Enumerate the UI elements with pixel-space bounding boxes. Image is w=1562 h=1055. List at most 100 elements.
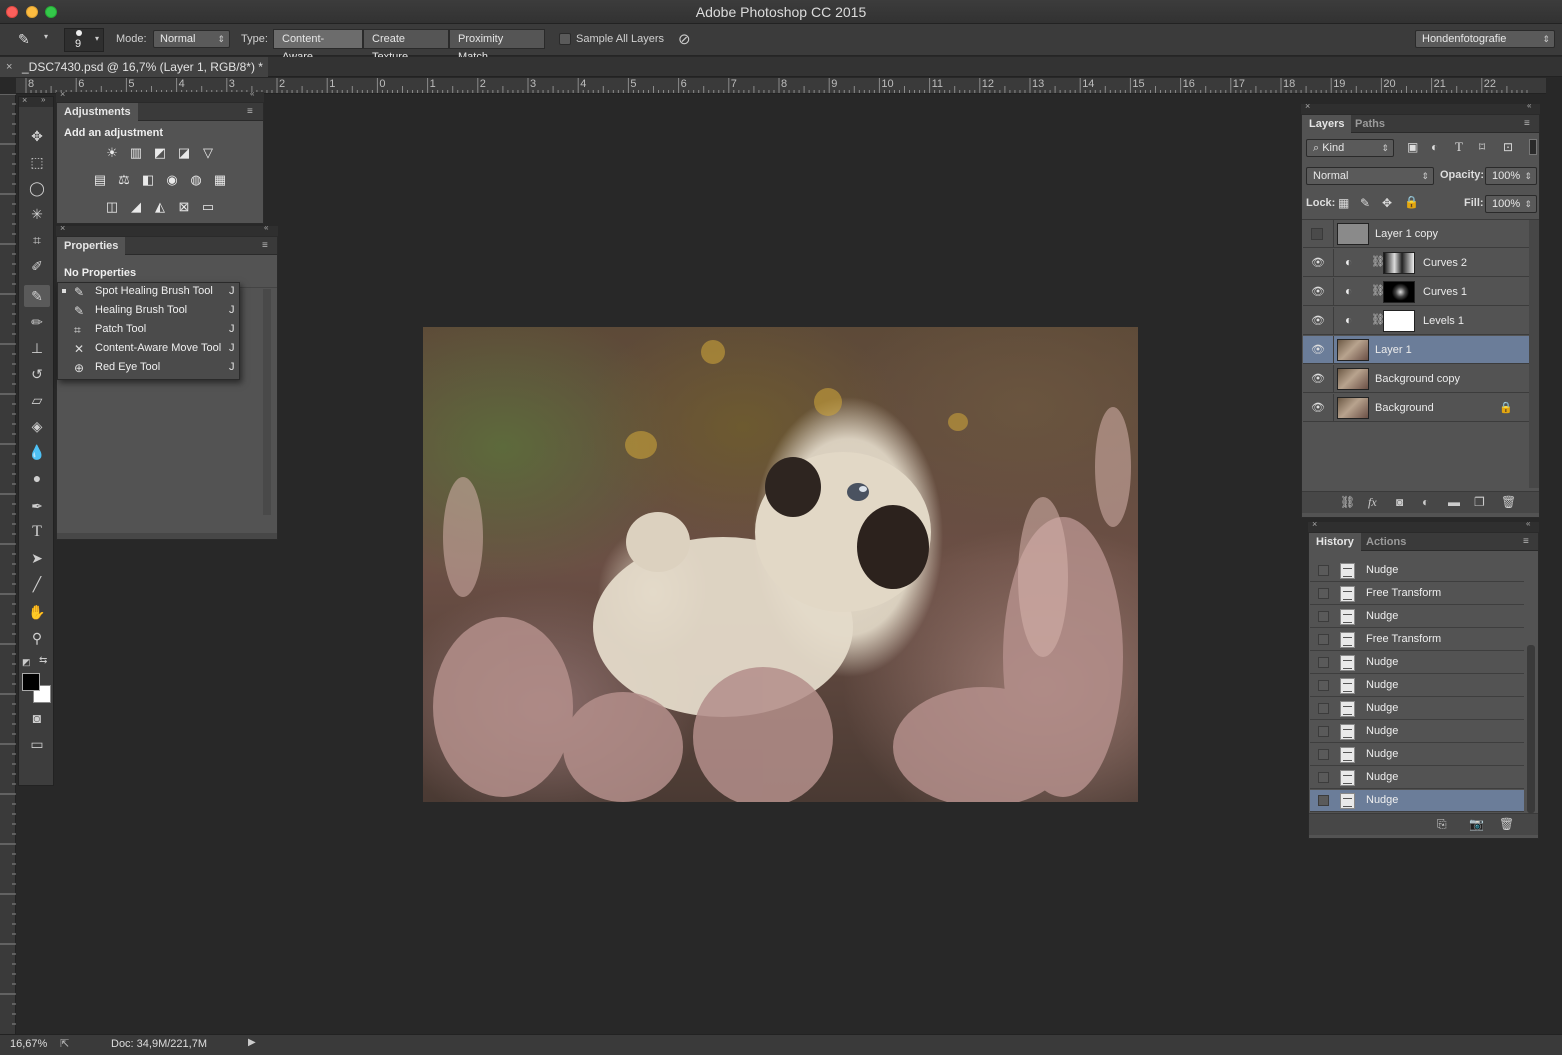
snapshot-source-checkbox[interactable]	[1318, 749, 1329, 760]
snapshot-source-checkbox[interactable]	[1318, 772, 1329, 783]
flyout-item-red-eye[interactable]: ⊕ Red Eye Tool J	[58, 359, 239, 378]
filter-adjustment-icon[interactable]: ◐	[1431, 140, 1438, 154]
mode-select[interactable]: Normal	[153, 30, 230, 48]
snapshot-source-checkbox[interactable]	[1318, 795, 1329, 806]
lock-transparent-icon[interactable]: ▦	[1338, 196, 1349, 210]
history-scrollbar-thumb[interactable]	[1527, 645, 1535, 813]
add-mask-icon[interactable]: ◙	[1396, 495, 1403, 509]
filter-type-icon[interactable]: T	[1455, 139, 1463, 155]
new-group-icon[interactable]: ▬	[1448, 495, 1460, 509]
close-icon[interactable]: ×	[22, 95, 27, 105]
history-state-row[interactable]: Free Transform	[1310, 629, 1524, 651]
link-layers-icon[interactable]: ⛓	[1340, 495, 1355, 509]
history-brush-tool-icon[interactable]: ↺	[24, 363, 50, 385]
scrollbar[interactable]	[1529, 220, 1539, 488]
lasso-tool-icon[interactable]: ◯	[24, 177, 50, 199]
zoom-level[interactable]: 16,67%	[10, 1038, 47, 1050]
history-state-row[interactable]: Nudge	[1310, 606, 1524, 628]
history-state-row[interactable]: Nudge	[1310, 698, 1524, 720]
invert-icon[interactable]: ◫	[103, 199, 121, 215]
crop-tool-icon[interactable]: ⌗	[24, 229, 50, 251]
zoom-window-button[interactable]	[45, 6, 57, 18]
foreground-color-swatch[interactable]	[22, 673, 40, 691]
history-state-row[interactable]: Free Transform	[1310, 583, 1524, 605]
history-state-row[interactable]: Nudge	[1310, 721, 1524, 743]
flyout-item-spot-healing-brush[interactable]: ✎ Spot Healing Brush Tool J	[58, 283, 239, 302]
panel-menu-icon[interactable]: ≡	[1524, 119, 1536, 129]
delete-layer-icon[interactable]: 🗑	[1501, 495, 1516, 509]
fx-icon[interactable]: fx	[1368, 495, 1377, 510]
photo-filter-icon[interactable]: ◉	[163, 172, 181, 188]
tab-history[interactable]: History	[1309, 533, 1361, 551]
layer-row-curves-2[interactable]: 👁 ◐ ⛓ Curves 2	[1303, 249, 1529, 277]
flyout-item-patch[interactable]: ⌗ Patch Tool J	[58, 321, 239, 340]
history-state-row[interactable]: Nudge	[1310, 560, 1524, 582]
workspace-select[interactable]: Hondenfotografie	[1415, 30, 1555, 48]
eye-icon[interactable]: 👁	[1311, 373, 1325, 385]
gradient-map-icon[interactable]: ▭	[199, 199, 217, 215]
snapshot-source-checkbox[interactable]	[1318, 611, 1329, 622]
new-layer-icon[interactable]: ❐	[1474, 495, 1485, 509]
snapshot-source-checkbox[interactable]	[1318, 634, 1329, 645]
collapse-icon[interactable]: «	[1526, 519, 1530, 528]
share-icon[interactable]: ⇱	[60, 1037, 69, 1050]
proximity-match-button[interactable]: Proximity Match	[449, 29, 545, 63]
lock-icon[interactable]: 🔒	[1499, 401, 1513, 414]
filter-toggle[interactable]	[1529, 139, 1537, 155]
magic-wand-tool-icon[interactable]: ✳	[24, 203, 50, 225]
move-tool-icon[interactable]: ✥	[24, 125, 50, 147]
close-icon[interactable]: ×	[60, 223, 65, 233]
layer-mask-thumbnail[interactable]	[1383, 252, 1415, 274]
filter-pixel-icon[interactable]: ▣	[1407, 140, 1418, 154]
exposure-icon[interactable]: ◪	[175, 145, 193, 161]
lock-all-icon[interactable]: 🔒	[1404, 195, 1419, 209]
content-aware-button[interactable]: Content-Aware	[273, 29, 363, 63]
tab-properties[interactable]: Properties	[57, 237, 126, 255]
hue-saturation-icon[interactable]: ▤	[91, 172, 109, 188]
flyout-item-healing-brush[interactable]: ✎ Healing Brush Tool J	[58, 302, 239, 321]
layer-row-background-copy[interactable]: 👁 Background copy	[1303, 365, 1529, 393]
levels-icon[interactable]: ▥	[127, 145, 145, 161]
layer-row-layer-1-copy[interactable]: Layer 1 copy	[1303, 220, 1529, 248]
close-window-button[interactable]	[6, 6, 18, 18]
panel-menu-icon[interactable]: ≡	[247, 107, 259, 117]
eye-icon[interactable]: 👁	[1311, 286, 1325, 298]
snapshot-source-checkbox[interactable]	[1318, 680, 1329, 691]
create-texture-button[interactable]: Create Texture	[363, 29, 449, 63]
tab-actions[interactable]: Actions	[1359, 533, 1413, 551]
eraser-tool-icon[interactable]: ▱	[24, 389, 50, 411]
black-white-icon[interactable]: ◧	[139, 172, 157, 188]
snapshot-source-checkbox[interactable]	[1318, 703, 1329, 714]
fill-input[interactable]: 100%	[1485, 195, 1537, 213]
brightness-contrast-icon[interactable]: ☀	[103, 145, 121, 161]
pen-tool-icon[interactable]: ✒	[24, 495, 50, 517]
collapse-icon[interactable]: «	[250, 89, 254, 98]
brush-tool-icon[interactable]: ✏	[24, 311, 50, 333]
marquee-tool-icon[interactable]: ⬚	[24, 151, 50, 173]
eye-icon[interactable]: 👁	[1311, 257, 1325, 269]
new-document-from-state-icon[interactable]: ⎘	[1437, 817, 1447, 832]
close-icon[interactable]: ×	[60, 89, 65, 99]
new-adjustment-icon[interactable]: ◐	[1422, 495, 1429, 509]
eye-icon[interactable]: 👁	[1311, 315, 1325, 327]
snapshot-source-checkbox[interactable]	[1318, 657, 1329, 668]
tab-layers[interactable]: Layers	[1302, 115, 1352, 133]
scrollbar[interactable]	[263, 289, 271, 515]
filter-smart-object-icon[interactable]: ⊡	[1503, 140, 1513, 154]
blend-mode-select[interactable]: Normal	[1306, 167, 1434, 185]
filter-shape-icon[interactable]: ⌑	[1479, 140, 1485, 154]
history-state-row[interactable]: Nudge	[1310, 744, 1524, 766]
panel-menu-icon[interactable]: ≡	[1523, 537, 1535, 547]
delete-state-icon[interactable]: 🗑	[1499, 817, 1514, 831]
color-balance-icon[interactable]: ⚖	[115, 172, 133, 188]
lock-position-icon[interactable]: ✥	[1382, 196, 1392, 210]
status-menu-arrow-icon[interactable]: ▶	[248, 1037, 256, 1048]
eye-icon[interactable]: 👁	[1311, 344, 1325, 356]
flyout-item-content-aware-move[interactable]: ✕ Content-Aware Move Tool J	[58, 340, 239, 359]
snapshot-source-checkbox[interactable]	[1318, 726, 1329, 737]
layer-row-background[interactable]: 👁 Background 🔒	[1303, 394, 1529, 422]
tool-preset-dropdown-icon[interactable]: ▾	[44, 32, 48, 41]
expand-icon[interactable]: »	[41, 95, 45, 104]
clone-stamp-tool-icon[interactable]: ⊥	[24, 337, 50, 359]
tab-adjustments[interactable]: Adjustments	[57, 103, 138, 121]
